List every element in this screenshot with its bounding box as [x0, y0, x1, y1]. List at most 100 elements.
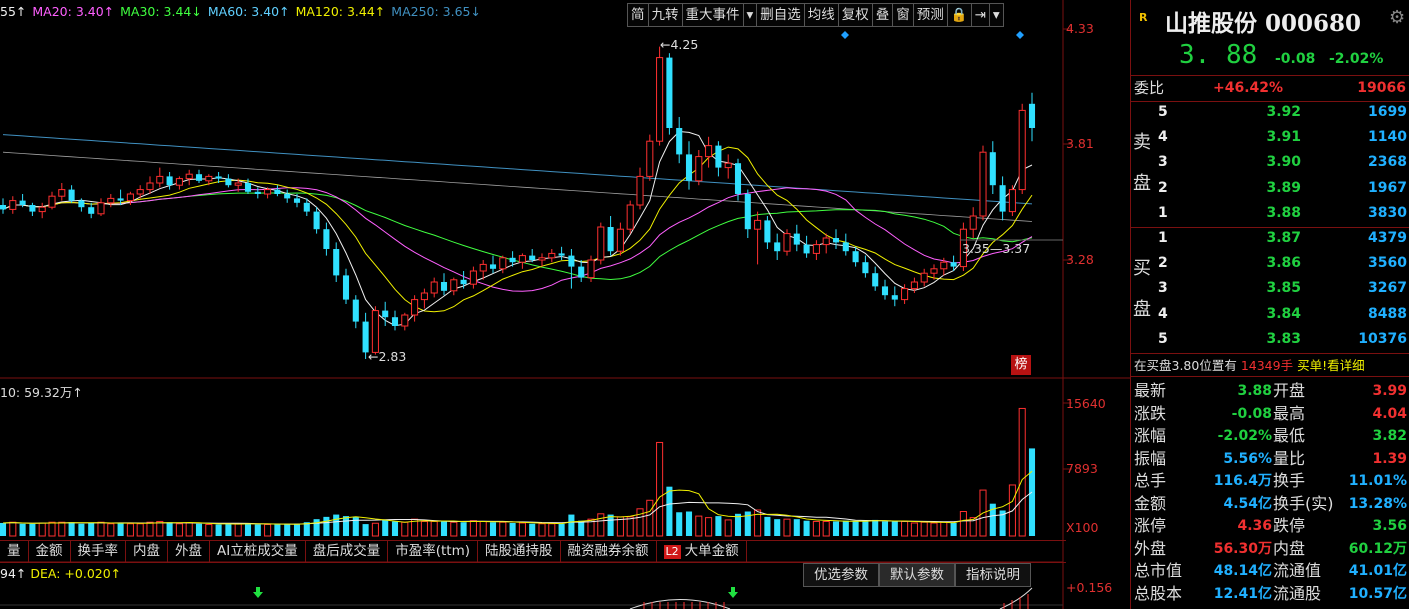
indicator-tab[interactable]: 外盘: [168, 541, 210, 562]
level-volume: 4379: [1368, 230, 1407, 246]
tab-label: 量: [7, 543, 21, 559]
candle-body-up: [901, 288, 909, 301]
volume-bar-up: [420, 520, 428, 537]
toolbar-button[interactable]: 删自选: [756, 3, 804, 27]
low-annotation: ←2.83: [368, 349, 407, 364]
candle-body-up: [450, 279, 458, 292]
volume-bar-up: [940, 521, 948, 537]
quote-panel: R 山推股份 000680 ⚙ 3. 88 -0.08 -2.02% 委比 +4…: [1130, 0, 1409, 609]
stat-cell: 总股本 12.41亿: [1134, 583, 1272, 606]
weibi-value: 19066: [1357, 80, 1406, 96]
indicator-tab[interactable]: 量: [0, 541, 29, 562]
stat-cell: 涨幅 -2.02%: [1134, 425, 1272, 448]
toolbar-button[interactable]: ▾: [742, 3, 757, 27]
stat-value: 116.4万: [1213, 473, 1272, 489]
volume-bar-up: [469, 520, 477, 537]
candle-body-down: [842, 242, 849, 252]
candle-body-up: [107, 197, 115, 204]
toolbar-button[interactable]: 九转: [647, 3, 682, 27]
volume-bar-down: [489, 522, 497, 536]
volume-bar-up: [783, 518, 791, 537]
stat-cell: 换手 11.01%: [1273, 470, 1407, 493]
toolbar-button[interactable]: 窗: [892, 3, 913, 27]
volume-bar-down: [166, 522, 173, 536]
param-button[interactable]: 默认参数: [879, 563, 955, 587]
candle-body-up: [205, 175, 213, 182]
stat-value: 12.41亿: [1213, 585, 1272, 602]
level-index: 2: [1158, 255, 1168, 272]
buy-level-row: 3 3.85 3267: [1131, 276, 1409, 301]
toolbar-button[interactable]: 简: [627, 3, 648, 27]
level-volume: 1967: [1368, 179, 1407, 196]
gear-icon[interactable]: ⚙: [1389, 7, 1405, 28]
stat-label: 总股本: [1134, 583, 1183, 603]
toolbar-button[interactable]: ▾: [988, 3, 1004, 27]
param-button[interactable]: 优选参数: [803, 563, 879, 587]
toolbar-button[interactable]: ⇥: [970, 3, 989, 27]
weibi-label: 委比: [1134, 79, 1165, 97]
volume-bar-down: [274, 524, 281, 536]
candle-body-up: [136, 189, 144, 195]
volume-bar-down: [323, 516, 330, 536]
candle-body-up: [783, 233, 791, 252]
ranking-badge[interactable]: 榜: [1011, 355, 1031, 375]
candle-body-down: [352, 299, 359, 322]
stat-cell: 振幅 5.56%: [1134, 448, 1272, 471]
candle-body-down: [254, 191, 261, 194]
indicator-tab[interactable]: L2 大单金额: [657, 541, 747, 562]
candle-body-up: [499, 257, 507, 270]
volume-bar-down: [215, 524, 222, 536]
volume-bar-up: [205, 524, 213, 537]
event-marker-icon[interactable]: [841, 31, 849, 39]
candle-body-up: [548, 252, 556, 259]
macd-axis-label: +0.156: [1066, 580, 1113, 595]
toolbar-button[interactable]: 重大事件: [681, 3, 743, 27]
toolbar-button[interactable]: 复权: [837, 3, 872, 27]
indicator-tab[interactable]: 盘后成交量: [306, 541, 389, 562]
volume-bar-up: [185, 522, 193, 537]
down-arrow-icon: [253, 587, 263, 598]
indicator-tab[interactable]: 内盘: [126, 541, 168, 562]
stat-value: 1.39: [1372, 450, 1407, 467]
candle-body-up: [420, 292, 428, 301]
indicator-tab[interactable]: 陆股通持股: [478, 541, 561, 562]
indicator-tab[interactable]: 市盈率(ttm): [388, 541, 478, 562]
toolbar-button[interactable]: 叠: [871, 3, 893, 27]
toolbar-button[interactable]: 均线: [803, 3, 838, 27]
indicator-tab[interactable]: 换手率: [71, 541, 126, 562]
candle-body-down: [440, 282, 448, 291]
level-volume: 3267: [1368, 280, 1407, 297]
quote-header: R 山推股份 000680 ⚙ 3. 88 -0.08 -2.02%: [1131, 0, 1409, 74]
price-axis-label: 3.81: [1066, 136, 1094, 151]
candle-body-up: [695, 156, 703, 182]
kline-chart[interactable]: [0, 0, 1130, 609]
toolbar-button[interactable]: 预测: [912, 3, 947, 27]
indicator-tab[interactable]: 融资融券余额: [561, 541, 657, 562]
stat-label: 总市值: [1134, 561, 1183, 580]
candle-body-down: [225, 178, 232, 186]
stat-label: 涨幅: [1134, 426, 1167, 445]
event-marker-icon[interactable]: [1016, 31, 1024, 39]
volume-bar-up: [48, 521, 56, 537]
tab-label: 外盘: [175, 543, 202, 559]
indicator-tab[interactable]: 金额: [29, 541, 71, 562]
stat-cell: 量比 1.39: [1273, 448, 1407, 471]
ma250-line: [2, 134, 1033, 205]
volume-bar-down: [225, 523, 232, 536]
toolbar-button[interactable]: 🔒: [946, 3, 971, 27]
volume-bar-up: [9, 521, 17, 537]
volume-bar-down: [195, 523, 203, 536]
candle-body-up: [430, 281, 438, 294]
big-order-notice[interactable]: 在买盘3.80位置有 14349手 买单!看详细: [1134, 355, 1409, 374]
volume-bar-up: [538, 523, 546, 537]
stat-value: -2.02%: [1217, 428, 1272, 444]
candle-body-up: [538, 257, 546, 261]
level-price: 3.89: [1266, 179, 1301, 196]
stat-value: 41.01亿: [1348, 563, 1407, 579]
candle-body-down: [793, 233, 800, 245]
sell-level-row: 3 3.90 2368: [1131, 150, 1409, 175]
level-price: 3.86: [1266, 255, 1301, 272]
indicator-tab[interactable]: AI立桩成交量: [210, 541, 306, 562]
param-button[interactable]: 指标说明: [955, 563, 1031, 587]
level-volume: 10376: [1358, 330, 1407, 347]
